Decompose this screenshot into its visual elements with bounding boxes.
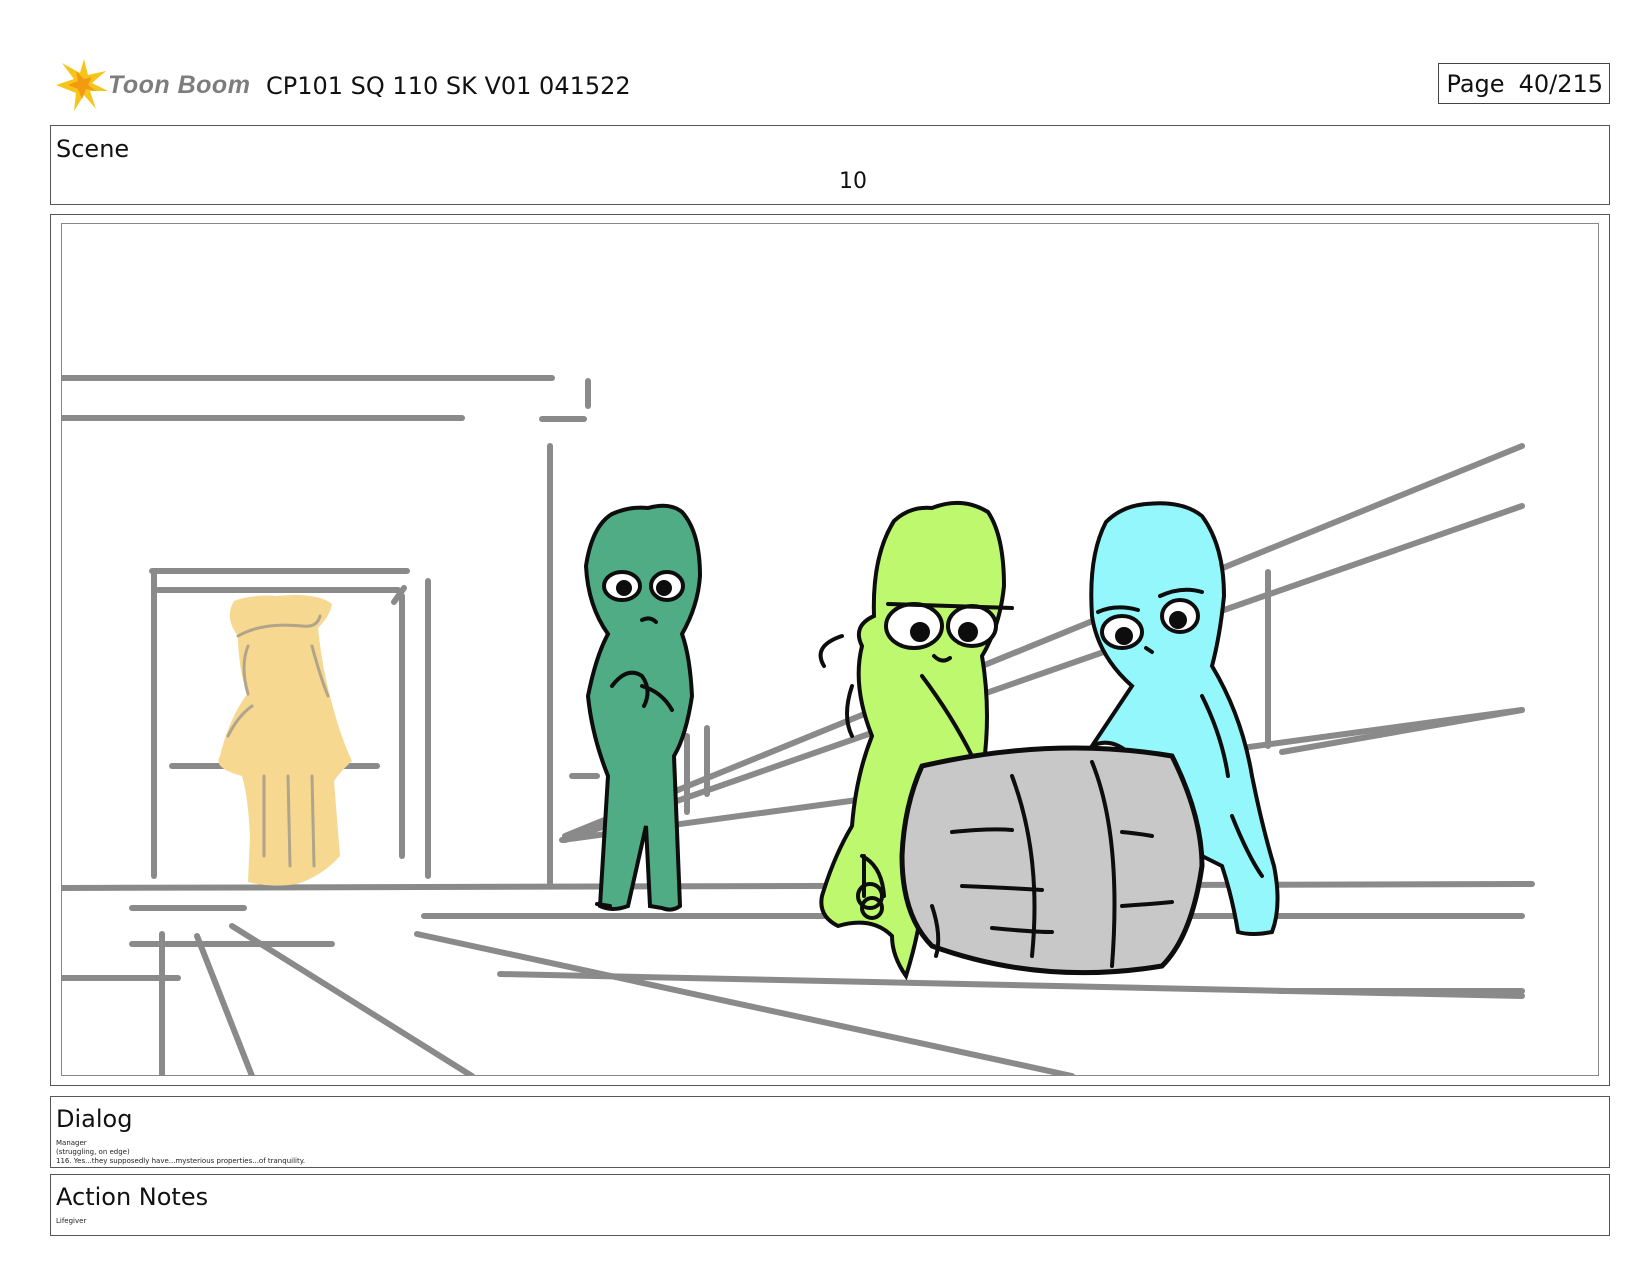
action-notes-field: Action Notes Lifegiver	[50, 1174, 1610, 1236]
logo-text: Toon Boom	[108, 71, 251, 99]
starburst-icon	[56, 59, 108, 111]
project-title: CP101 SQ 110 SK V01 041522	[266, 72, 631, 100]
storyboard-panel	[50, 214, 1610, 1086]
dialog-parenthetical: (struggling, on edge)	[56, 1148, 130, 1156]
dialog-field: Dialog Manager (struggling, on edge) 116…	[50, 1096, 1610, 1168]
scene-label: Scene	[56, 135, 130, 163]
toon-boom-logo: Toon Boom	[54, 57, 254, 113]
scene-number: 10	[839, 169, 867, 194]
page-label: Page	[1446, 70, 1505, 98]
page-indicator: Page 40/215	[1438, 63, 1610, 104]
page-number: 40/215	[1518, 70, 1603, 98]
character-yellow	[218, 595, 352, 886]
action-notes-label: Action Notes	[56, 1183, 209, 1211]
panel-drawing	[62, 375, 1535, 1075]
header: Toon Boom CP101 SQ 110 SK V01 041522 Pag…	[50, 55, 1610, 115]
dialog-line: 116. Yes...they supposedly have...myster…	[56, 1157, 306, 1165]
panel-image-frame	[61, 223, 1599, 1076]
scene-field: Scene 10	[50, 125, 1610, 205]
action-notes-text: Lifegiver	[56, 1217, 87, 1225]
dialog-label: Dialog	[56, 1105, 133, 1133]
dialog-character: Manager	[56, 1139, 87, 1147]
character-dark-green	[583, 503, 703, 912]
